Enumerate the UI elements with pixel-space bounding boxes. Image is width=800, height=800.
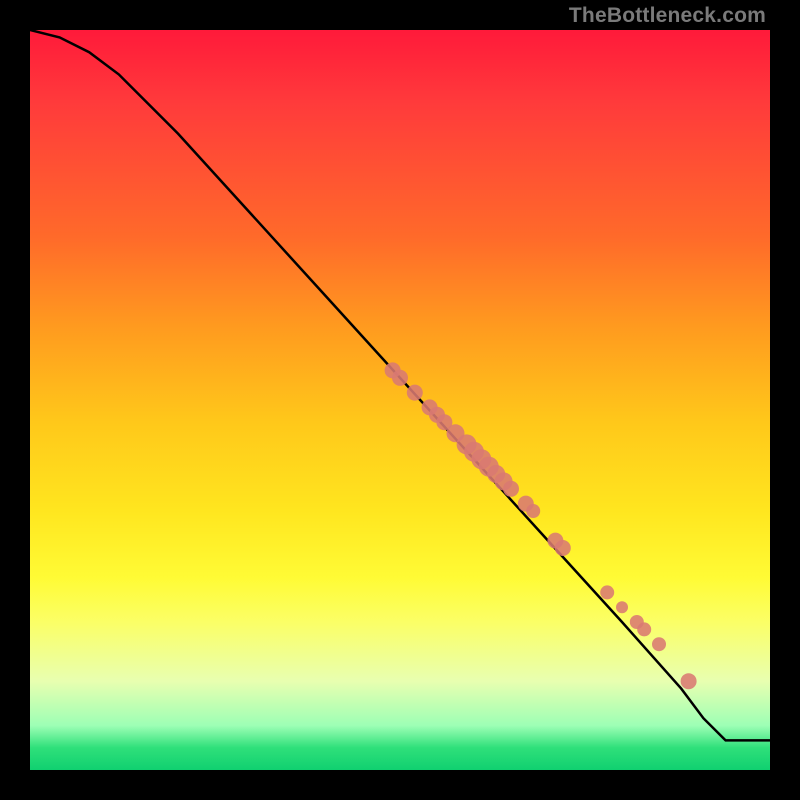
data-point — [555, 540, 571, 556]
data-point — [681, 673, 697, 689]
chart-stage: TheBottleneck.com — [0, 0, 800, 800]
data-point — [652, 637, 666, 651]
watermark-text: TheBottleneck.com — [569, 4, 766, 28]
data-point — [637, 622, 651, 636]
data-point — [407, 385, 423, 401]
chart-svg — [30, 30, 770, 770]
data-point — [526, 504, 540, 518]
data-point — [600, 585, 614, 599]
data-point — [616, 601, 628, 613]
plot-area — [30, 30, 770, 770]
data-points-group — [385, 362, 697, 689]
data-point — [392, 370, 408, 386]
data-point — [503, 481, 519, 497]
